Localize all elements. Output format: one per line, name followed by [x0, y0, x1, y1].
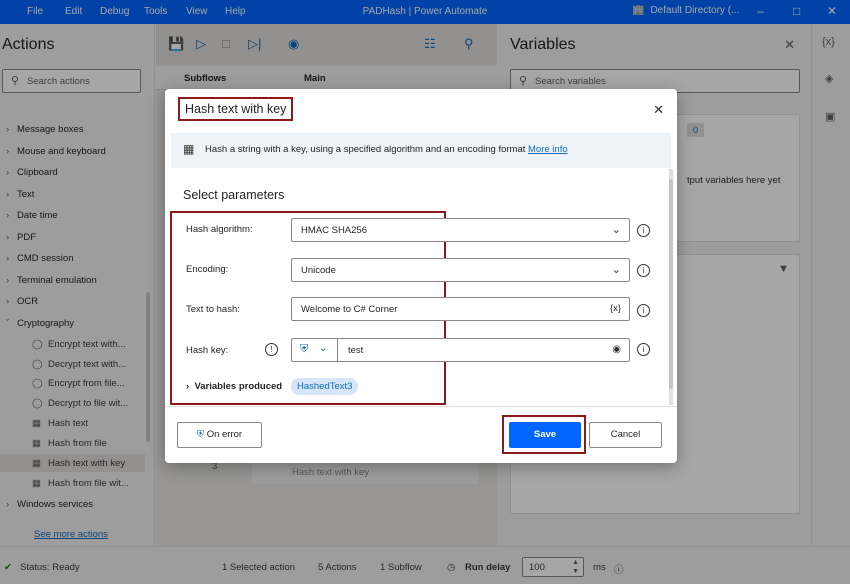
hash-algorithm-label: Hash algorithm:: [186, 224, 253, 235]
cancel-button[interactable]: Cancel: [589, 422, 662, 448]
footer-divider: [165, 406, 677, 407]
hash-algorithm-value: HMAC SHA256: [301, 225, 367, 236]
shield-icon: ⛨: [300, 343, 309, 355]
close-icon[interactable]: ✕: [653, 102, 664, 118]
hash-key-label: Hash key:: [186, 345, 229, 356]
info-icon[interactable]: i: [637, 264, 650, 277]
eye-hidden-icon[interactable]: ◉: [612, 344, 621, 355]
warning-icon: !: [265, 343, 278, 356]
encoding-dropdown[interactable]: Unicode ⌄: [291, 258, 630, 282]
hash-algorithm-dropdown[interactable]: HMAC SHA256 ⌄: [291, 218, 630, 242]
dialog-description-bar: ▦ Hash a string with a key, using a spec…: [171, 133, 671, 168]
variable-picker-icon[interactable]: {x}: [610, 303, 621, 314]
produced-variable-chip[interactable]: HashedText3: [291, 378, 359, 395]
on-error-button[interactable]: ⛨ On error: [177, 422, 262, 448]
dialog-title: Hash text with key: [178, 97, 294, 121]
text-to-hash-input[interactable]: Welcome to C# Corner {x}: [291, 297, 630, 321]
on-error-label: On error: [206, 429, 243, 440]
key-type-selector[interactable]: ⛨ ⌄: [292, 339, 338, 361]
info-icon[interactable]: i: [637, 304, 650, 317]
variables-produced-toggle[interactable]: › Variables produced: [186, 381, 282, 392]
hash-key-input[interactable]: ⛨ ⌄ test ◉: [291, 338, 630, 362]
info-icon[interactable]: i: [637, 224, 650, 237]
action-grid-icon: ▦: [183, 142, 195, 156]
hash-key-value: test: [348, 345, 364, 356]
hash-text-with-key-dialog: Hash text with key ✕ ▦ Hash a string wit…: [165, 89, 677, 463]
chevron-down-icon: ⌄: [611, 224, 621, 236]
chevron-down-icon: ⌄: [611, 264, 621, 276]
section-title: Select parameters: [183, 188, 285, 202]
encoding-value: Unicode: [301, 265, 336, 276]
text-to-hash-label: Text to hash:: [186, 304, 240, 315]
text-to-hash-value: Welcome to C# Corner: [301, 304, 398, 315]
info-icon[interactable]: i: [637, 343, 650, 356]
more-info-link[interactable]: More info: [528, 144, 568, 155]
description-text: Hash a string with a key, using a specif…: [205, 144, 526, 155]
variables-produced-label: Variables produced: [194, 381, 283, 392]
shield-icon: ⛨: [196, 429, 205, 440]
save-button[interactable]: Save: [509, 422, 581, 448]
chevron-down-icon: ⌄: [319, 343, 328, 354]
dialog-description: Hash a string with a key, using a specif…: [205, 144, 568, 155]
scrollbar-thumb[interactable]: [669, 179, 673, 389]
dialog-scrollbar[interactable]: [669, 169, 673, 405]
encoding-label: Encoding:: [186, 264, 229, 275]
